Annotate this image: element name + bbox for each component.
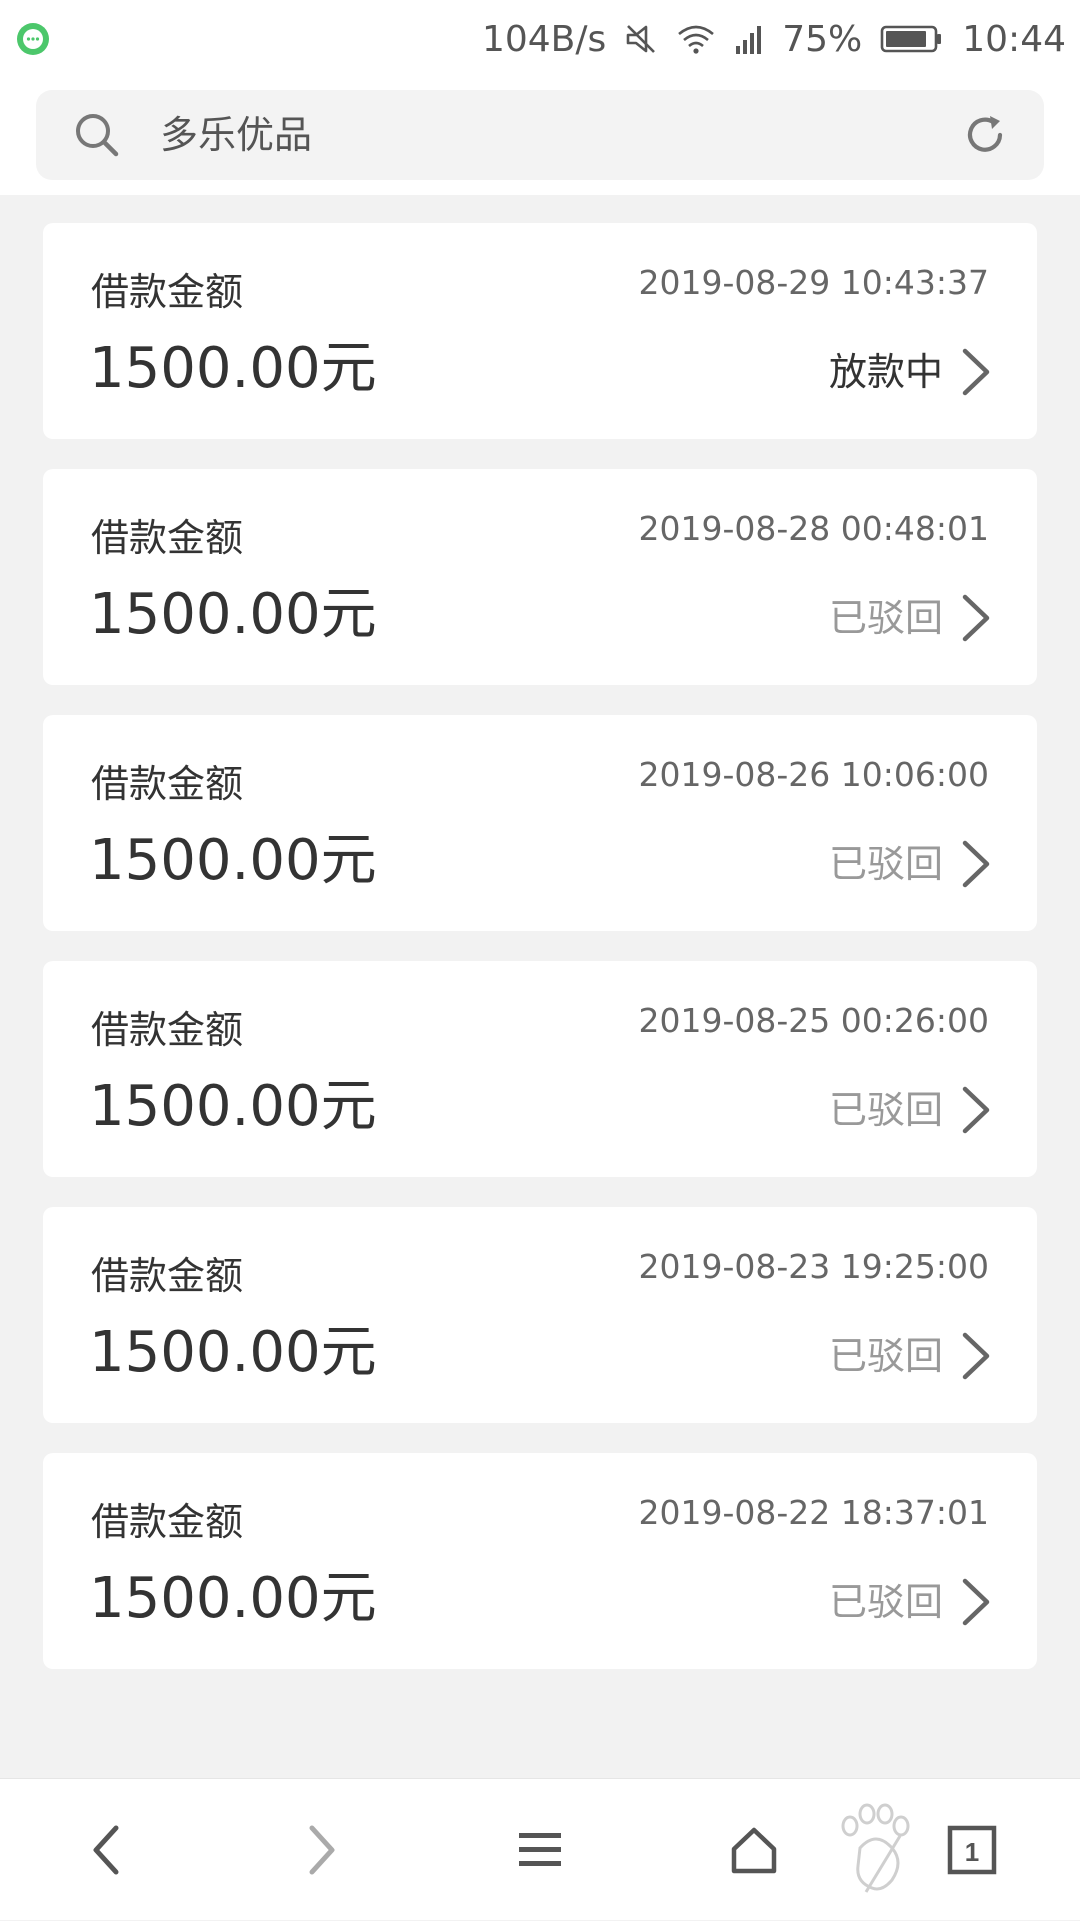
- loan-amount-label: 借款金额: [91, 270, 244, 314]
- loan-amount: 1500.00元: [89, 1566, 377, 1631]
- loan-amount-label: 借款金额: [91, 762, 244, 806]
- loan-time: 2019-08-26 10:06:00: [638, 755, 989, 794]
- forward-button[interactable]: [282, 1779, 362, 1921]
- loan-amount: 1500.00元: [89, 336, 377, 401]
- loan-amount: 1500.00元: [89, 582, 377, 647]
- loan-amount: 1500.00元: [89, 1320, 377, 1385]
- loan-amount: 1500.00元: [89, 1074, 377, 1139]
- loan-card[interactable]: 借款金额 1500.00元 2019-08-23 19:25:00 已驳回: [43, 1207, 1037, 1423]
- loan-card[interactable]: 借款金额 1500.00元 2019-08-28 00:48:01 已驳回: [43, 469, 1037, 685]
- chevron-right-icon[interactable]: [959, 837, 993, 891]
- search-input[interactable]: 多乐优品: [160, 90, 312, 180]
- chevron-right-icon[interactable]: [959, 1575, 993, 1629]
- loan-status: 已驳回: [828, 1580, 943, 1624]
- status-bar: 104B/s 75% 10:44: [0, 0, 1080, 78]
- home-button[interactable]: [714, 1779, 794, 1921]
- tabs-button[interactable]: 1: [932, 1779, 1012, 1921]
- loan-status: 已驳回: [828, 1334, 943, 1378]
- mute-icon: [626, 25, 656, 53]
- signal-icon: [736, 26, 762, 54]
- loan-time: 2019-08-22 18:37:01: [638, 1493, 989, 1532]
- tabs-icon: 1: [947, 1825, 997, 1875]
- menu-button[interactable]: [500, 1779, 580, 1921]
- loan-amount-label: 借款金额: [91, 1008, 244, 1052]
- back-icon: [93, 1825, 119, 1875]
- loan-card[interactable]: 借款金额 1500.00元 2019-08-25 00:26:00 已驳回: [43, 961, 1037, 1177]
- refresh-icon[interactable]: [960, 110, 1010, 160]
- loan-status: 已驳回: [828, 842, 943, 886]
- loan-time: 2019-08-23 19:25:00: [638, 1247, 989, 1286]
- loan-amount-label: 借款金额: [91, 1254, 244, 1298]
- loan-amount: 1500.00元: [89, 828, 377, 893]
- chat-bubble-icon: [17, 23, 49, 55]
- loan-amount-label: 借款金额: [91, 516, 244, 560]
- paw-icon: [841, 1803, 910, 1893]
- battery-percent: 75%: [782, 18, 863, 60]
- menu-icon: [519, 1833, 561, 1866]
- chevron-right-icon[interactable]: [959, 345, 993, 399]
- tab-count: 1: [965, 1837, 979, 1867]
- search-icon[interactable]: [72, 110, 122, 160]
- loan-card[interactable]: 借款金额 1500.00元 2019-08-26 10:06:00 已驳回: [43, 715, 1037, 931]
- search-header: 多乐优品: [0, 78, 1080, 195]
- loan-card[interactable]: 借款金额 1500.00元 2019-08-29 10:43:37 放款中: [43, 223, 1037, 439]
- loan-card[interactable]: 借款金额 1500.00元 2019-08-22 18:37:01 已驳回: [43, 1453, 1037, 1669]
- chevron-right-icon[interactable]: [959, 591, 993, 645]
- loan-status: 已驳回: [828, 596, 943, 640]
- bottom-nav: 1: [0, 1778, 1080, 1920]
- clock: 10:44: [962, 18, 1066, 60]
- loan-status: 放款中: [828, 350, 943, 394]
- forward-icon: [309, 1825, 335, 1875]
- loan-time: 2019-08-28 00:48:01: [638, 509, 989, 548]
- home-icon: [731, 1827, 777, 1874]
- loan-amount-label: 借款金额: [91, 1500, 244, 1544]
- loan-time: 2019-08-25 00:26:00: [638, 1001, 989, 1040]
- paw-button[interactable]: [826, 1779, 926, 1921]
- chevron-right-icon[interactable]: [959, 1329, 993, 1383]
- loan-status: 已驳回: [828, 1088, 943, 1132]
- status-indicators: 104B/s 75% 10:44: [482, 0, 1066, 78]
- chevron-right-icon[interactable]: [959, 1083, 993, 1137]
- battery-icon: [880, 25, 942, 53]
- loan-list: 借款金额 1500.00元 2019-08-29 10:43:37 放款中 借款…: [43, 223, 1037, 1699]
- wifi-icon: [678, 25, 715, 54]
- network-speed: 104B/s: [481, 18, 607, 60]
- search-bar[interactable]: 多乐优品: [36, 90, 1044, 180]
- back-button[interactable]: [66, 1779, 146, 1921]
- loan-time: 2019-08-29 10:43:37: [638, 263, 989, 302]
